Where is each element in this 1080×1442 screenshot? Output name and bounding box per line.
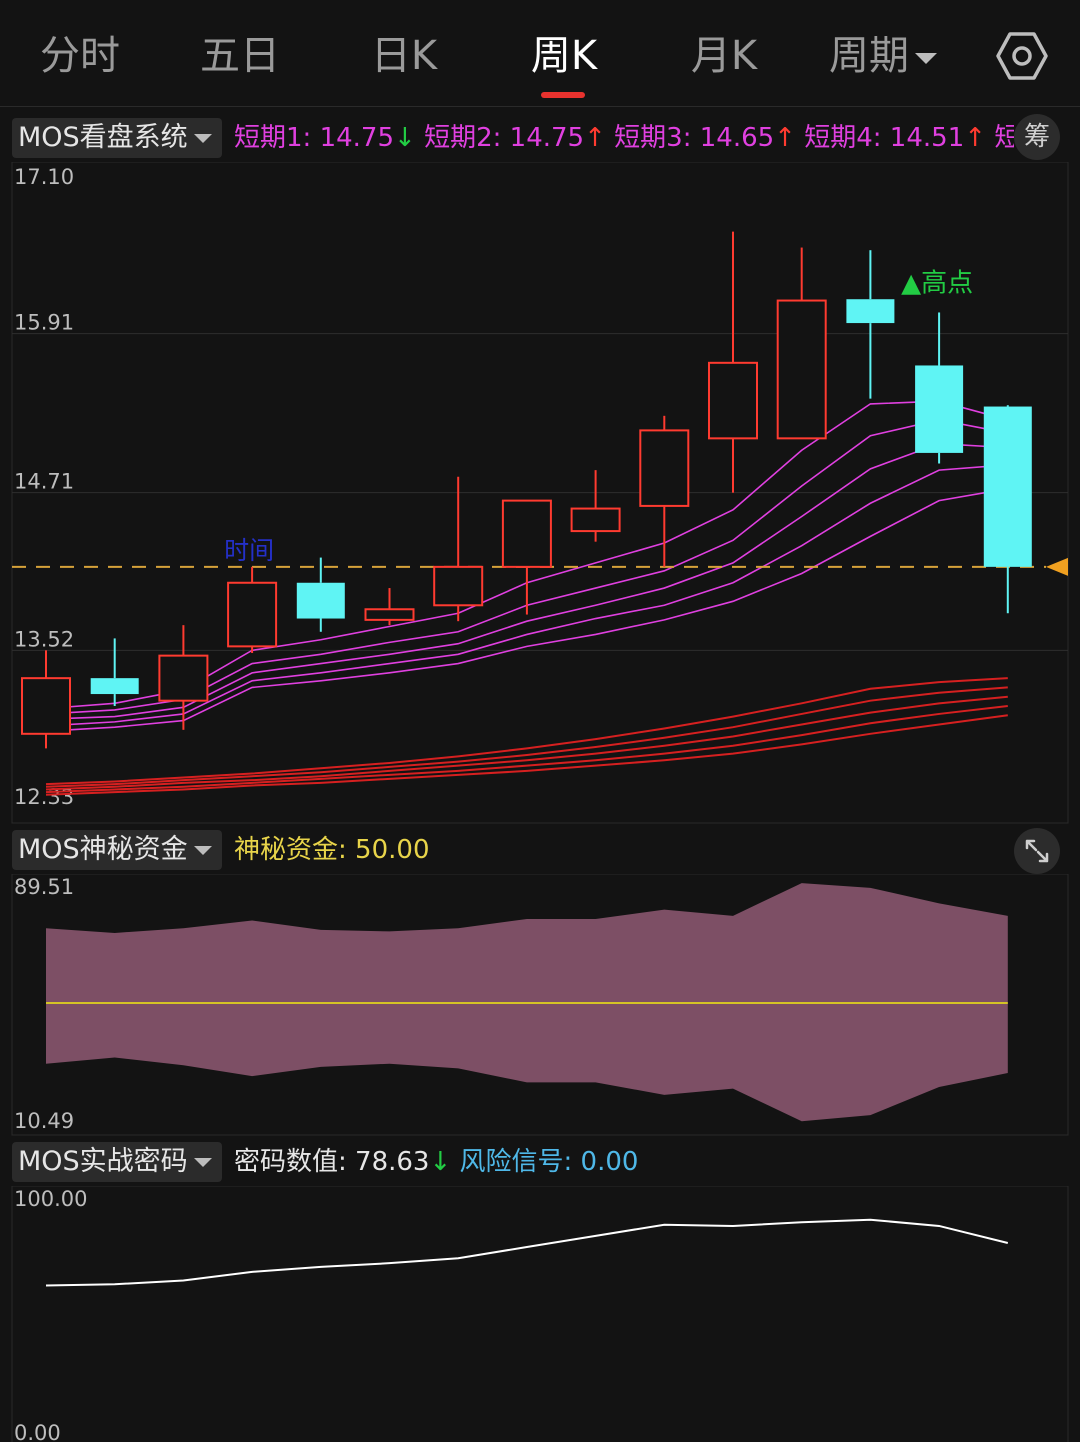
legend-label: 密码数值: <box>234 1147 347 1177</box>
tab-label: 周期 <box>829 33 909 79</box>
tab-five-day[interactable]: 五日 <box>188 28 292 84</box>
legend-spacer <box>796 123 804 153</box>
candle-body-up <box>364 608 415 621</box>
chevron-down-icon <box>193 1158 212 1167</box>
expand-icon[interactable] <box>1014 828 1060 874</box>
money-indicator-bar: MOS神秘资金 神秘资金: 50.00 <box>0 826 1080 874</box>
arrow-down-icon: ↓ <box>394 123 416 153</box>
tab-label: 周K <box>530 33 598 79</box>
legend-value: 14.75 <box>501 123 585 153</box>
candle-body-up <box>639 429 690 507</box>
main-indicator-bar: MOS看盘系统 短期1: 14.75↓ 短期2: 14.75↑ 短期3: 14.… <box>0 114 1080 162</box>
current-price-marker-icon <box>1046 557 1068 576</box>
code-indicator-bar: MOS实战密码 密码数值: 78.63↓ 风险信号: 0.00 <box>0 1138 1080 1186</box>
tab-daily-k[interactable]: 日K <box>352 28 456 84</box>
legend-value: 14.75 <box>311 123 395 153</box>
indicator-name: MOS实战密码 <box>18 1146 188 1177</box>
indicator-name: MOS神秘资金 <box>18 834 188 865</box>
candle-body-up <box>21 677 71 735</box>
y-tick-label: 15.91 <box>14 311 74 335</box>
tab-period-dropdown[interactable]: 周期 <box>818 28 948 84</box>
tab-label: 分时 <box>40 33 120 79</box>
arrow-up-icon: ↑ <box>584 123 606 153</box>
high-point-annotation: ▲高点 <box>901 268 973 298</box>
money-legend: 神秘资金: 50.00 <box>234 830 734 870</box>
candle-body-down <box>846 299 895 324</box>
candle-body-up <box>227 581 278 648</box>
tab-intraday[interactable]: 分时 <box>28 28 132 84</box>
candle-body-down <box>915 365 964 453</box>
main-legend: 短期1: 14.75↓ 短期2: 14.75↑ 短期3: 14.65↑ 短期4:… <box>234 118 1014 158</box>
y-tick-label: 0.00 <box>14 1421 61 1442</box>
code-line-chart: 100.00 0.00 <box>11 1186 1069 1442</box>
legend-label: 短期2: <box>424 123 502 153</box>
arrow-down-icon: ↓ <box>429 1147 452 1177</box>
legend-spacer <box>606 123 614 153</box>
arrow-up-icon: ↑ <box>964 123 987 153</box>
code-indicator-selector[interactable]: MOS实战密码 <box>12 1142 222 1182</box>
tab-label: 日K <box>370 33 438 79</box>
money-area-chart: 89.51 10.49 <box>11 874 1069 1136</box>
candle-body-up <box>776 299 827 440</box>
legend-value: 14.51 <box>881 123 965 153</box>
expand-arrows-icon <box>1025 839 1049 863</box>
y-tick-label: 10.49 <box>14 1109 74 1133</box>
legend-value: 50.00 <box>355 835 430 865</box>
tab-label: 五日 <box>200 33 280 79</box>
y-tick-label: 89.51 <box>14 875 74 899</box>
legend-label: 短期3: <box>614 123 692 153</box>
legend-label: 神秘资金 <box>234 835 339 865</box>
chart-frame <box>11 1186 1069 1442</box>
time-annotation: 时间 <box>224 536 274 565</box>
candlestick-chart: 17.1015.9114.7113.5212.33时间▲高点 <box>11 162 1069 824</box>
legend-label: 短期4: <box>804 123 882 153</box>
legend-label: 风险信号: <box>459 1147 573 1177</box>
candle-body-up <box>158 654 209 702</box>
candle-body-up <box>708 361 758 440</box>
legend-value: 14.65 <box>691 123 775 153</box>
tab-monthly-k[interactable]: 月K <box>672 28 776 84</box>
y-tick-label: 100.00 <box>14 1187 87 1211</box>
candle-body-up <box>570 507 621 533</box>
legend-label: 短期5: <box>994 123 1014 153</box>
legend-spacer <box>451 1147 459 1177</box>
chip-button-label: 筹 <box>1023 122 1050 152</box>
y-tick-label: 17.10 <box>14 165 74 189</box>
legend-spacer <box>416 123 424 153</box>
chip-distribution-button[interactable]: 筹 <box>1014 114 1060 160</box>
chevron-down-icon <box>915 52 937 64</box>
candle-body-down <box>90 678 139 695</box>
legend-label: 短期1: <box>234 123 312 153</box>
chevron-down-icon <box>193 846 212 855</box>
candle-body-up <box>501 499 552 568</box>
period-tabs: 分时 五日 日K 周K 月K 周期 <box>0 0 1080 107</box>
settings-icon[interactable] <box>996 30 1048 82</box>
money-indicator-selector[interactable]: MOS神秘资金 <box>12 830 222 870</box>
main-indicator-selector[interactable]: MOS看盘系统 <box>12 118 222 158</box>
y-tick-label: 14.71 <box>14 470 74 494</box>
code-legend: 密码数值: 78.63↓ 风险信号: 0.00 <box>234 1142 934 1182</box>
legend-value: 78.63 <box>346 1147 430 1177</box>
indicator-name: MOS看盘系统 <box>18 122 188 153</box>
active-tab-indicator <box>541 92 585 98</box>
candle-body-down <box>983 406 1032 567</box>
candle-body-up <box>433 565 484 607</box>
tab-weekly-k[interactable]: 周K <box>512 28 616 84</box>
candle-body-down <box>296 582 345 619</box>
code-value-line <box>45 1218 1009 1287</box>
y-tick-label: 13.52 <box>14 627 74 651</box>
tab-label: 月K <box>690 33 758 79</box>
legend-value: 0.00 <box>572 1147 639 1177</box>
chevron-down-icon <box>193 134 212 143</box>
arrow-up-icon: ↑ <box>774 123 796 153</box>
legend-colon: : <box>338 835 356 865</box>
